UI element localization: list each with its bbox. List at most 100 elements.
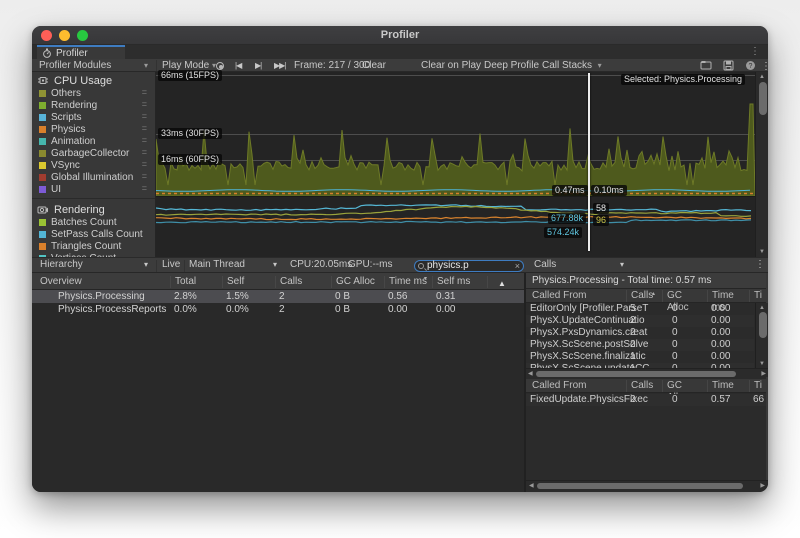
- scroll-down-icon[interactable]: ▼: [756, 361, 768, 367]
- thread-dropdown[interactable]: Main Thread: [189, 258, 245, 272]
- record-icon[interactable]: [216, 62, 224, 70]
- scrollbar-thumb[interactable]: [536, 371, 736, 377]
- search-input[interactable]: physics.p ×: [414, 260, 524, 272]
- next-frame-button[interactable]: ▶|: [255, 59, 261, 72]
- legend-item-rendering[interactable]: Rendering=: [32, 99, 155, 111]
- column-total[interactable]: Total: [170, 276, 220, 288]
- drag-handle-icon[interactable]: =: [142, 111, 147, 121]
- frame-counter: Frame: 217 / 300: [294, 59, 370, 72]
- scrollbar-thumb[interactable]: [759, 82, 767, 115]
- render-chart[interactable]: [156, 197, 755, 257]
- current-frame-button[interactable]: ▶▶|: [274, 59, 285, 72]
- column-time-ms[interactable]: Time ms: [707, 290, 747, 302]
- drag-handle-icon[interactable]: =: [142, 171, 147, 181]
- legend-item-batches[interactable]: Batches Count: [32, 216, 155, 228]
- scroll-down-icon[interactable]: ▼: [756, 249, 768, 255]
- module-header-rendering[interactable]: Rendering: [32, 201, 155, 216]
- drag-handle-icon[interactable]: =: [142, 147, 147, 157]
- pane-menu-icon[interactable]: ⋮: [750, 47, 760, 57]
- charts-scrollbar[interactable]: ▲ ▼: [755, 72, 768, 257]
- deep-profile-button[interactable]: Deep Profile: [484, 59, 539, 72]
- drag-handle-icon[interactable]: =: [142, 99, 147, 109]
- chevron-down-icon[interactable]: ▾: [620, 258, 624, 272]
- scroll-right-icon[interactable]: ▶: [760, 482, 765, 489]
- table-row[interactable]: PhysX.UpdateContinuatio200.00: [526, 315, 754, 327]
- clear-on-play-button[interactable]: Clear on Play: [421, 59, 481, 72]
- table-row[interactable]: EditorOnly [Profiler.ParseT500.00: [526, 303, 754, 315]
- column-detail-toggle[interactable]: ▲: [487, 276, 523, 288]
- drag-handle-icon[interactable]: =: [142, 159, 147, 169]
- scrollbar-thumb[interactable]: [759, 312, 767, 338]
- table-row[interactable]: PhysX.ScScene.finalizatic100.00: [526, 351, 754, 363]
- column-calls[interactable]: Calls: [626, 380, 660, 392]
- drag-handle-icon[interactable]: =: [142, 135, 147, 145]
- column-called-from[interactable]: Called From: [528, 380, 624, 392]
- scroll-left-icon[interactable]: ◀: [529, 482, 534, 489]
- scrollbar-thumb[interactable]: [537, 483, 743, 489]
- table-row[interactable]: Physics.Processing 2.8% 1.5% 2 0 B 0.56 …: [32, 290, 524, 303]
- drag-handle-icon[interactable]: =: [142, 183, 147, 193]
- legend-item-others[interactable]: Others=: [32, 87, 155, 99]
- legend-item-animation[interactable]: Animation=: [32, 135, 155, 147]
- save-icon[interactable]: [723, 60, 734, 71]
- column-gc-alloc[interactable]: GC Alloc: [331, 276, 382, 288]
- column-gc-alloc[interactable]: GC Alloc: [662, 290, 705, 302]
- table-row[interactable]: FixedUpdate.PhysicsFixec 2 0 0.57 66: [526, 394, 766, 406]
- tab-label: Profiler: [56, 48, 88, 59]
- drag-handle-icon[interactable]: =: [142, 123, 147, 133]
- legend-item-ui[interactable]: UI=: [32, 183, 155, 195]
- legend-item-scripts[interactable]: Scripts=: [32, 111, 155, 123]
- charts-area[interactable]: 66ms (15FPS) 33ms (30FPS) 16ms (60FPS) S…: [156, 72, 755, 257]
- column-gc-alloc[interactable]: GC Alloc: [662, 380, 705, 392]
- scroll-up-icon[interactable]: ▲: [756, 74, 768, 80]
- column-time-pct[interactable]: Ti: [749, 290, 767, 302]
- details-mode-dropdown[interactable]: Calls: [534, 258, 556, 272]
- column-called-from[interactable]: Called From: [528, 290, 624, 302]
- call-stacks-dropdown[interactable]: Call Stacks ▾: [542, 59, 602, 72]
- legend-item-vsync[interactable]: VSync=: [32, 159, 155, 171]
- live-toggle[interactable]: Live: [162, 258, 180, 272]
- legend-item-triangles[interactable]: Triangles Count: [32, 240, 155, 252]
- prev-frame-button[interactable]: |◀: [235, 59, 241, 72]
- color-swatch: [39, 90, 46, 97]
- called-from-hscrollbar[interactable]: ◀ ▶: [526, 368, 768, 377]
- column-calls[interactable]: Calls: [275, 276, 329, 288]
- divider: [156, 60, 157, 71]
- clear-button[interactable]: Clear: [362, 59, 386, 72]
- scroll-right-icon[interactable]: ▶: [761, 370, 766, 377]
- column-overview[interactable]: Overview: [36, 276, 166, 288]
- chevron-down-icon[interactable]: ▾: [273, 258, 277, 272]
- legend-item-garbagecollector[interactable]: GarbageCollector=: [32, 147, 155, 159]
- color-swatch: [39, 186, 46, 193]
- help-icon[interactable]: ?: [745, 60, 756, 71]
- view-mode-dropdown[interactable]: Hierarchy: [40, 258, 83, 272]
- legend-item-global-illumination[interactable]: Global Illumination=: [32, 171, 155, 183]
- legend-item-setpass[interactable]: SetPass Calls Count: [32, 228, 155, 240]
- table-row[interactable]: PhysX.PxsDynamics.creat200.00: [526, 327, 754, 339]
- clear-search-icon[interactable]: ×: [515, 261, 520, 271]
- gridline-label-66ms: 66ms (15FPS): [158, 70, 222, 81]
- column-self-ms[interactable]: Self ms: [432, 276, 485, 288]
- column-self[interactable]: Self: [222, 276, 273, 288]
- render-value-triangles: 677.88k: [548, 213, 586, 224]
- table-row[interactable]: Physics.ProcessReports 0.0% 0.0% 2 0 B 0…: [32, 303, 524, 316]
- column-time-ms[interactable]: Time ms: [707, 380, 747, 392]
- drag-handle-icon[interactable]: =: [142, 87, 147, 97]
- calls-table-header: Called From Calls GC Alloc Time ms ▴ Ti: [526, 379, 766, 393]
- detail-pane-menu-icon[interactable]: ⋮: [755, 258, 765, 272]
- frame-indicator-line[interactable]: [588, 73, 590, 251]
- cpu-chart[interactable]: [156, 72, 755, 196]
- column-time-pct[interactable]: Ti: [749, 380, 767, 392]
- load-icon[interactable]: [700, 60, 712, 71]
- module-header-cpu[interactable]: CPU Usage: [32, 72, 155, 87]
- details-hscrollbar[interactable]: ◀ ▶: [526, 480, 768, 489]
- color-swatch: [39, 138, 46, 145]
- scroll-up-icon[interactable]: ▲: [756, 305, 768, 311]
- tab-profiler[interactable]: Profiler: [37, 45, 125, 59]
- called-from-scrollbar[interactable]: ▲ ▼: [755, 303, 768, 368]
- profiler-modules-dropdown[interactable]: Profiler Modules: [39, 59, 111, 72]
- legend-item-physics[interactable]: Physics=: [32, 123, 155, 135]
- divider: [32, 198, 155, 199]
- scroll-left-icon[interactable]: ◀: [528, 370, 533, 377]
- table-row[interactable]: PhysX.ScScene.postSolve200.00: [526, 339, 754, 351]
